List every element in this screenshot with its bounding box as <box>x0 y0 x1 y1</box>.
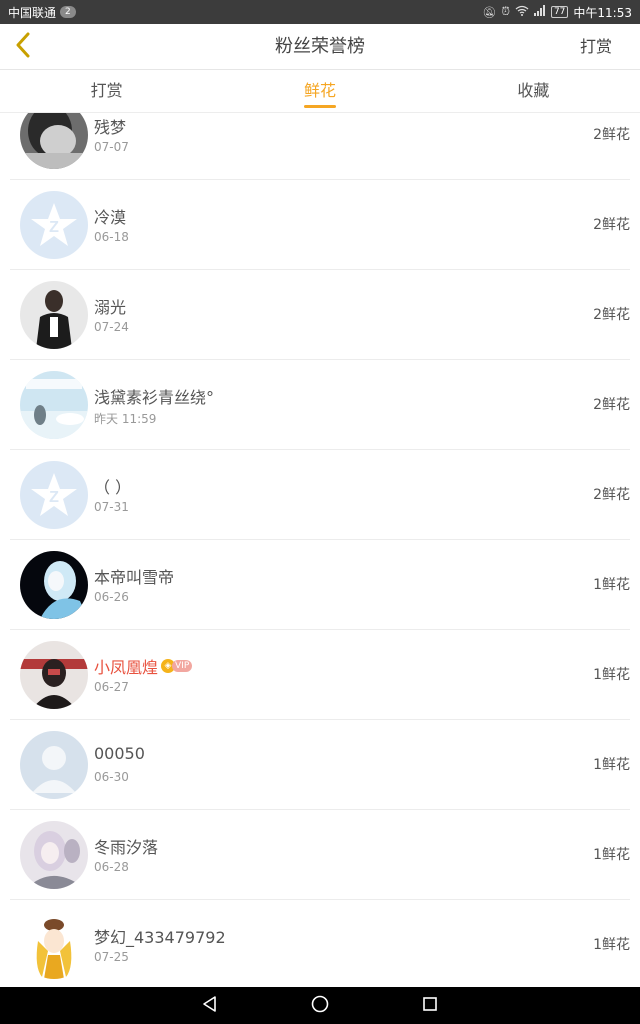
fan-name-text: 00050 <box>94 744 145 763</box>
fan-date: 06-28 <box>94 860 129 874</box>
flower-count: 2鲜花 <box>593 397 630 413</box>
tab-label: 鲜花 <box>303 81 336 100</box>
fan-name-text: 梦幻_433479792 <box>94 928 226 947</box>
fan-name: 溺光 <box>94 294 126 318</box>
fan-name: 冬雨汐落 <box>94 834 158 858</box>
fan-name-text: 冬雨汐落 <box>94 838 159 857</box>
status-left: 中国联通 2 <box>8 4 76 21</box>
avatar <box>20 731 88 799</box>
flower-count: 1鲜花 <box>593 667 630 683</box>
fan-name: 00050 <box>94 744 145 763</box>
vip-badge: ◈ VIP <box>161 659 193 673</box>
fan-date: 07-31 <box>94 500 129 514</box>
status-right: 🔕︎ ⏰︎ 77 中午11:53 <box>482 4 632 21</box>
status-bar: 中国联通 2 🔕︎ ⏰︎ 77 中午11:53 <box>0 0 640 24</box>
back-triangle-icon <box>201 995 219 1017</box>
list-item[interactable]: 浅黛素衫青丝绕° 昨天 11:59 2鲜花 <box>10 360 630 450</box>
mute-icon: 🔕︎ <box>482 5 497 19</box>
fan-name-text: 溺光 <box>94 298 127 317</box>
flower-count: 1鲜花 <box>593 757 630 773</box>
fan-date: 07-07 <box>94 140 129 154</box>
list-item[interactable]: 残梦 07-07 2鲜花 <box>10 113 630 180</box>
fan-name: 浅黛素衫青丝绕° <box>94 384 214 408</box>
nav-recents-button[interactable] <box>410 991 450 1021</box>
list-item[interactable]: 溺光 07-24 2鲜花 <box>10 270 630 360</box>
fan-name: 本帝叫雪帝 <box>94 564 174 588</box>
flower-count: 1鲜花 <box>593 577 630 593</box>
fan-name: 小凤凰煌 ◈ VIP <box>94 654 193 678</box>
list-item[interactable]: 冬雨汐落 06-28 1鲜花 <box>10 810 630 900</box>
list-item[interactable]: 00050 06-30 1鲜花 <box>10 720 630 810</box>
tab-flowers[interactable]: 鲜花 <box>213 70 426 112</box>
signal-icon <box>533 5 546 19</box>
fan-name-text: 小凤凰煌 <box>94 658 159 677</box>
fan-name-text: 残梦 <box>94 118 127 137</box>
battery-indicator: 77 <box>550 6 569 18</box>
svg-text:Z: Z <box>49 489 59 506</box>
fan-name: （ ） <box>94 474 131 498</box>
clock: 中午11:53 <box>573 5 632 20</box>
svg-text:Z: Z <box>49 219 59 236</box>
fan-name-text: （ ） <box>94 478 132 497</box>
fan-date: 06-26 <box>94 590 129 604</box>
reward-button[interactable]: 打赏 <box>580 24 612 70</box>
app-header: 粉丝荣誉榜 打赏 <box>0 24 640 70</box>
fan-list: 残梦 07-07 2鲜花 Z 冷漠 06-18 2鲜花 溺光 07-24 2鲜花… <box>0 113 640 987</box>
tab-reward[interactable]: 打赏 <box>0 70 213 112</box>
flower-count: 1鲜花 <box>593 847 630 863</box>
home-circle-icon <box>311 995 329 1017</box>
avatar <box>20 281 88 349</box>
page-title: 粉丝荣誉榜 <box>275 36 365 57</box>
avatar: Z <box>20 191 88 259</box>
avatar: Z <box>20 461 88 529</box>
recents-square-icon <box>422 996 438 1016</box>
list-item[interactable]: 小凤凰煌 ◈ VIP 06-27 1鲜花 <box>10 630 630 720</box>
flower-count: 2鲜花 <box>593 307 630 323</box>
tab-label: 打赏 <box>90 81 123 100</box>
fan-date: 06-18 <box>94 230 129 244</box>
tab-label: 收藏 <box>517 81 550 100</box>
list-item[interactable]: 梦幻_433479792 07-25 1鲜花 <box>10 900 630 987</box>
list-item[interactable]: Z （ ） 07-31 2鲜花 <box>10 450 630 540</box>
avatar <box>20 821 88 889</box>
avatar <box>20 113 88 169</box>
notification-count-badge: 2 <box>60 6 76 18</box>
tab-bar: 打赏 鲜花 收藏 <box>0 70 640 113</box>
fan-name-text: 浅黛素衫青丝绕° <box>94 388 215 407</box>
carrier-label: 中国联通 <box>8 5 57 20</box>
fan-list-viewport[interactable]: 残梦 07-07 2鲜花 Z 冷漠 06-18 2鲜花 溺光 07-24 2鲜花… <box>0 113 640 987</box>
fan-name: 冷漠 <box>94 204 126 228</box>
list-item[interactable]: 本帝叫雪帝 06-26 1鲜花 <box>10 540 630 630</box>
wifi-icon <box>515 5 529 19</box>
fan-name: 残梦 <box>94 114 126 138</box>
alarm-icon: ⏰︎ <box>501 5 510 18</box>
system-nav-bar <box>0 987 640 1024</box>
fan-name: 梦幻_433479792 <box>94 924 226 948</box>
flower-count: 2鲜花 <box>593 127 630 143</box>
list-item[interactable]: Z 冷漠 06-18 2鲜花 <box>10 180 630 270</box>
fan-date: 06-30 <box>94 770 129 784</box>
fan-name-text: 本帝叫雪帝 <box>94 568 175 587</box>
avatar <box>20 911 88 979</box>
tab-favorites[interactable]: 收藏 <box>427 70 640 112</box>
fan-date: 06-27 <box>94 680 129 694</box>
nav-back-button[interactable] <box>190 991 230 1021</box>
nav-home-button[interactable] <box>300 991 340 1021</box>
flower-count: 1鲜花 <box>593 937 630 953</box>
fan-date: 07-24 <box>94 320 129 334</box>
tab-active-indicator <box>303 105 336 108</box>
fan-date: 07-25 <box>94 950 129 964</box>
avatar <box>20 641 88 709</box>
fan-name-text: 冷漠 <box>94 208 127 227</box>
avatar <box>20 551 88 619</box>
avatar <box>20 371 88 439</box>
flower-count: 2鲜花 <box>593 217 630 233</box>
vip-label: VIP <box>172 660 193 672</box>
fan-date: 昨天 11:59 <box>94 412 157 426</box>
flower-count: 2鲜花 <box>593 487 630 503</box>
